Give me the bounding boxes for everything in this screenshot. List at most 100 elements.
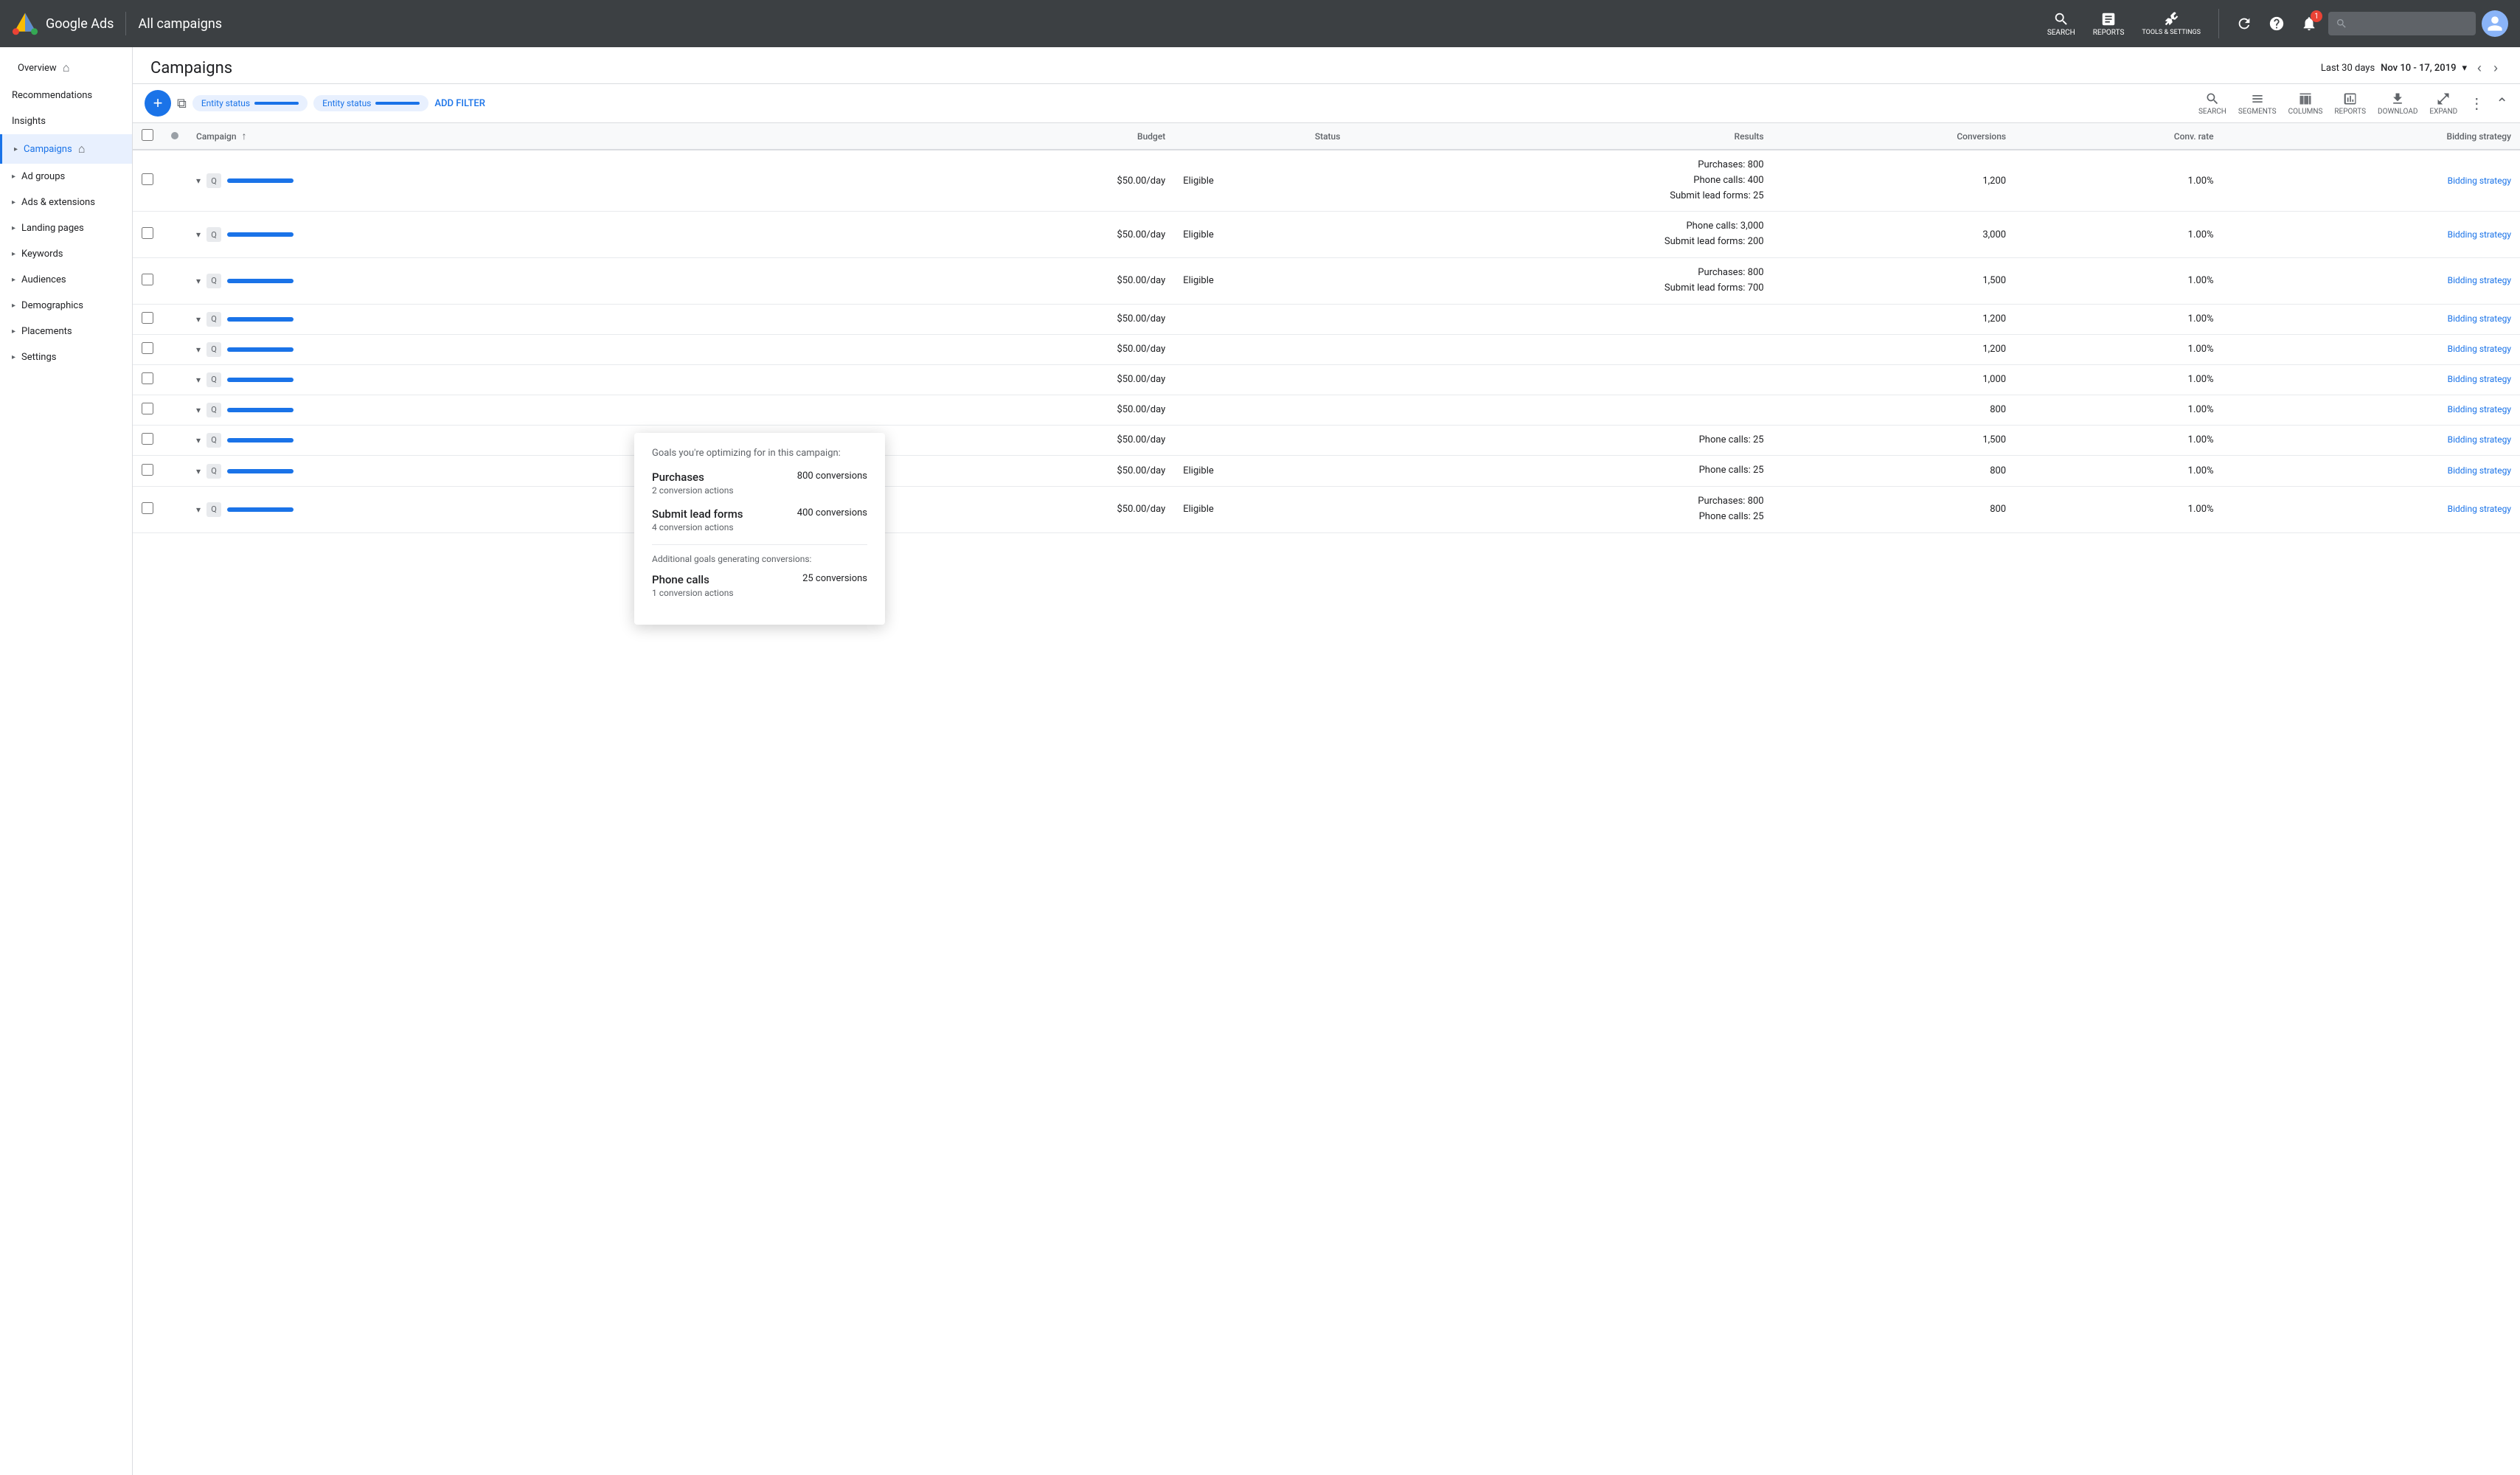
row-checkbox[interactable]: [142, 502, 153, 514]
global-search-bar[interactable]: [2328, 12, 2476, 35]
bidding-strategy-link[interactable]: Bidding strategy: [2448, 176, 2511, 186]
download-toolbar-btn[interactable]: DOWNLOAD: [2378, 91, 2417, 116]
sidebar-item-demographics[interactable]: ▸ Demographics: [0, 293, 132, 319]
sidebar-item-campaigns[interactable]: ▸ Campaigns ⌂: [0, 134, 132, 164]
date-range-selector[interactable]: Last 30 days Nov 10 - 17, 2019 ▾: [2321, 63, 2467, 74]
bidding-strategy-link[interactable]: Bidding strategy: [2448, 374, 2511, 384]
bidding-strategy-link[interactable]: Bidding strategy: [2448, 344, 2511, 354]
row-dropdown-arrow[interactable]: ▾: [196, 229, 201, 240]
row-dropdown-arrow[interactable]: ▾: [196, 344, 201, 355]
date-range-value: Nov 10 - 17, 2019: [2381, 63, 2456, 74]
date-next-btn[interactable]: ›: [2489, 59, 2502, 77]
row-dropdown-arrow[interactable]: ▾: [196, 466, 201, 476]
date-prev-btn[interactable]: ‹: [2473, 59, 2486, 77]
sidebar-item-keywords[interactable]: ▸ Keywords: [0, 241, 132, 267]
row-checkbox[interactable]: [142, 173, 153, 185]
bidding-strategy-link[interactable]: Bidding strategy: [2448, 313, 2511, 324]
sidebar-item-landing-pages[interactable]: ▸ Landing pages: [0, 215, 132, 241]
expand-toolbar-btn[interactable]: EXPAND: [2429, 91, 2457, 116]
row-checkbox[interactable]: [142, 342, 153, 354]
table-row: ▾ Q $50.00/dayPhone calls: 251,5001.00%B…: [133, 425, 2520, 456]
row-checkbox[interactable]: [142, 274, 153, 285]
home-icon: ⌂: [63, 60, 70, 75]
result-line: Purchases: 800: [1358, 494, 1763, 510]
filter-icon[interactable]: ⧉: [177, 96, 187, 111]
reports-toolbar-btn[interactable]: REPORTS: [2334, 91, 2366, 116]
search-toolbar-btn[interactable]: SEARCH: [2198, 91, 2226, 116]
row-conversions-cell: 800: [1773, 487, 2016, 533]
row-dropdown-arrow[interactable]: ▾: [196, 276, 201, 286]
bidding-strategy-link[interactable]: Bidding strategy: [2448, 504, 2511, 514]
notification-btn[interactable]: 1: [2296, 10, 2322, 37]
phone-calls-name: Phone calls: [652, 573, 734, 586]
segments-toolbar-btn[interactable]: SEGMENTS: [2238, 91, 2277, 116]
sidebar-item-overview[interactable]: Overview ⌂: [0, 53, 132, 83]
sidebar-item-ads-extensions[interactable]: ▸ Ads & extensions: [0, 190, 132, 215]
row-conversions-cell: 1,500: [1773, 425, 2016, 456]
bidding-strategy-link[interactable]: Bidding strategy: [2448, 229, 2511, 240]
row-conversions-cell: 1,500: [1773, 257, 2016, 304]
more-options-btn[interactable]: ⋮: [2469, 94, 2484, 112]
bidding-column-header: Bidding strategy: [2223, 123, 2520, 150]
table-row: ▾ Q $50.00/dayEligiblePurchases: 800Subm…: [133, 257, 2520, 304]
sidebar-item-placements[interactable]: ▸ Placements: [0, 319, 132, 344]
row-checkbox[interactable]: [142, 312, 153, 324]
row-budget-cell: $50.00/day: [934, 364, 1174, 395]
bidding-strategy-link[interactable]: Bidding strategy: [2448, 404, 2511, 414]
create-campaign-btn[interactable]: +: [145, 90, 171, 117]
tooltip-goal-phone-calls: Phone calls 1 conversion actions 25 conv…: [652, 573, 867, 598]
row-status-dot-cell: [162, 304, 187, 334]
row-results-cell: Phone calls: 25: [1349, 425, 1772, 456]
sidebar-item-insights[interactable]: Insights: [0, 108, 132, 134]
add-filter-btn[interactable]: ADD FILTER: [434, 98, 485, 109]
user-avatar[interactable]: [2482, 10, 2508, 37]
sidebar-item-label: Audiences: [21, 274, 66, 285]
select-all-checkbox[interactable]: [142, 129, 153, 141]
campaign-name-cell: ▾ Q: [187, 257, 934, 304]
row-dropdown-arrow[interactable]: ▾: [196, 405, 201, 415]
page-title-nav: All campaigns: [138, 16, 222, 32]
refresh-icon: [2236, 15, 2252, 32]
row-checkbox[interactable]: [142, 372, 153, 384]
result-line: Phone calls: 400: [1358, 173, 1763, 189]
filter-chip-1[interactable]: Entity status: [192, 95, 308, 111]
sidebar-item-recommendations[interactable]: Recommendations: [0, 83, 132, 108]
refresh-btn[interactable]: [2231, 10, 2257, 37]
bidding-strategy-link[interactable]: Bidding strategy: [2448, 465, 2511, 476]
sidebar-item-label: Ad groups: [21, 171, 65, 182]
row-checkbox[interactable]: [142, 227, 153, 239]
search-nav-label: SEARCH: [2047, 29, 2075, 37]
table-row: ▾ Q $50.00/dayEligiblePurchases: 800Phon…: [133, 150, 2520, 212]
sidebar-item-audiences[interactable]: ▸ Audiences: [0, 267, 132, 293]
filter-chip-2[interactable]: Entity status: [313, 95, 428, 111]
row-dropdown-arrow[interactable]: ▾: [196, 375, 201, 385]
reports-toolbar-icon: [2343, 91, 2358, 106]
row-status-dot-cell: [162, 150, 187, 212]
bidding-strategy-link[interactable]: Bidding strategy: [2448, 434, 2511, 445]
row-budget-cell: $50.00/day: [934, 212, 1174, 258]
result-line: Purchases: 800: [1358, 158, 1763, 173]
campaign-column-header[interactable]: Campaign ↑: [187, 123, 934, 150]
row-checkbox[interactable]: [142, 433, 153, 445]
search-nav-btn[interactable]: SEARCH: [2041, 8, 2081, 40]
app-logo[interactable]: Google Ads: [12, 10, 114, 37]
columns-toolbar-btn[interactable]: COLUMNS: [2288, 91, 2323, 116]
row-status-cell: [1174, 425, 1349, 456]
sidebar-item-settings[interactable]: ▸ Settings: [0, 344, 132, 370]
search-nav-icon: [2053, 11, 2069, 27]
row-checkbox[interactable]: [142, 403, 153, 414]
bidding-strategy-link[interactable]: Bidding strategy: [2448, 275, 2511, 285]
row-dropdown-arrow[interactable]: ▾: [196, 435, 201, 445]
row-checkbox[interactable]: [142, 464, 153, 476]
collapse-btn[interactable]: ⌃: [2496, 94, 2508, 112]
row-checkbox-cell: [133, 487, 162, 533]
help-btn[interactable]: [2263, 10, 2290, 37]
row-dropdown-arrow[interactable]: ▾: [196, 176, 201, 186]
tools-nav-icon: [2163, 11, 2179, 27]
sidebar-item-ad-groups[interactable]: ▸ Ad groups: [0, 164, 132, 190]
tools-nav-btn[interactable]: TOOLS & SETTINGS: [2136, 8, 2207, 40]
sidebar-item-label: Placements: [21, 326, 72, 337]
reports-nav-btn[interactable]: REPORTS: [2087, 8, 2131, 40]
row-dropdown-arrow[interactable]: ▾: [196, 314, 201, 324]
row-dropdown-arrow[interactable]: ▾: [196, 504, 201, 515]
